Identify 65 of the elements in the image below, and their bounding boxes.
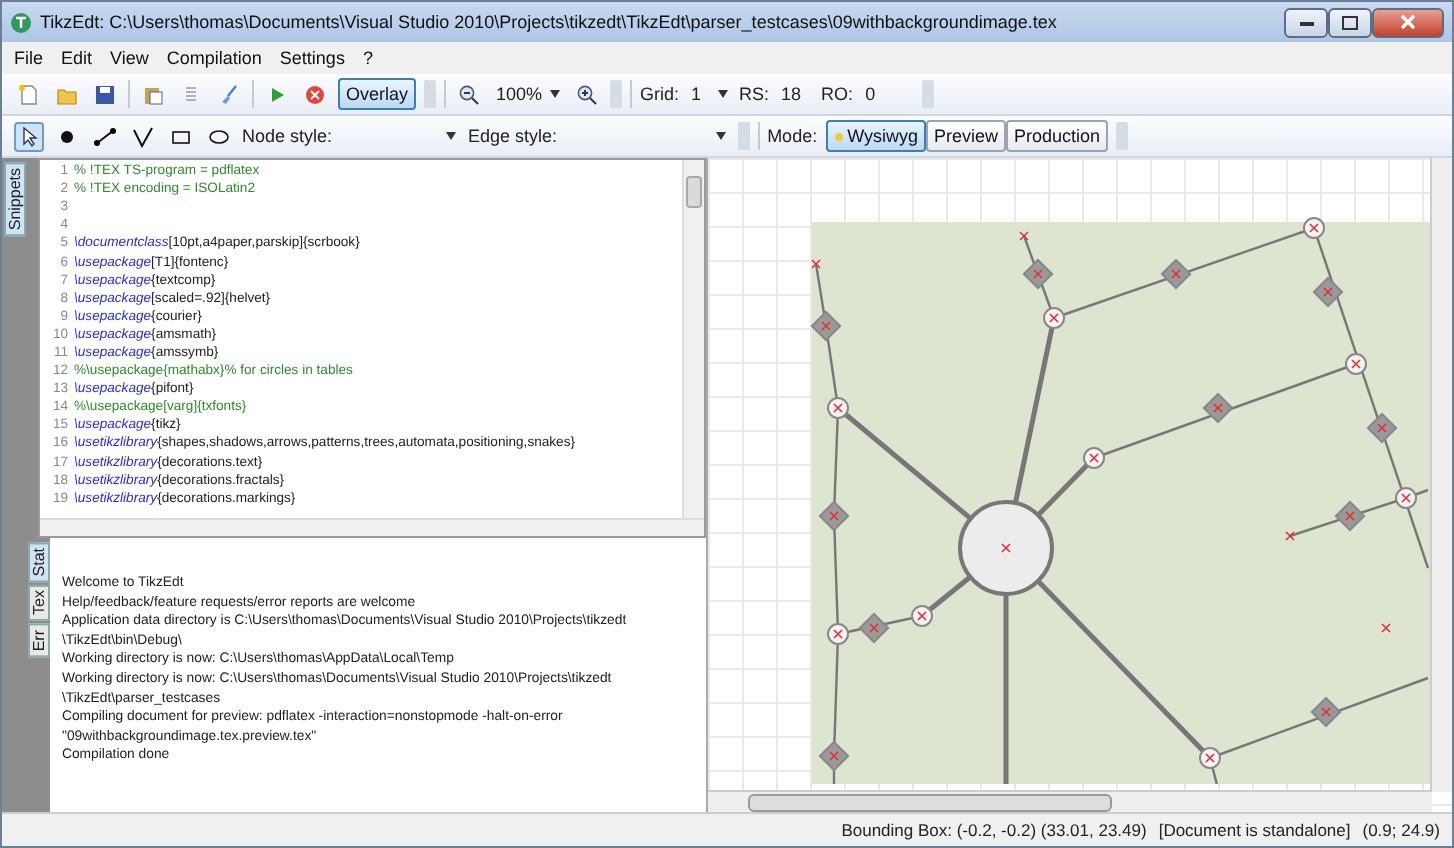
- new-file-icon: [18, 83, 40, 105]
- app-icon: [10, 11, 32, 33]
- pointer-icon: [18, 125, 40, 147]
- rs-field[interactable]: 18: [777, 80, 814, 108]
- zoom-in-icon: [576, 83, 599, 105]
- close-icon: [1400, 14, 1416, 30]
- mode-button[interactable]: Preview: [926, 120, 1007, 152]
- rs-label: RS:: [739, 84, 770, 104]
- vertical-scrollbar[interactable]: [1430, 158, 1452, 792]
- snippets-tab[interactable]: Snippets: [3, 162, 25, 237]
- minimize-button[interactable]: [1284, 7, 1328, 37]
- minimize-icon: [1299, 19, 1313, 25]
- drawing-tool-button[interactable]: [14, 121, 44, 151]
- zoom-out-icon: [458, 83, 481, 105]
- toolbar-grip[interactable]: [921, 80, 934, 108]
- ro-label: RO:: [821, 84, 854, 104]
- edge-style-label: Edge style:: [468, 126, 558, 146]
- horizontal-scrollbar[interactable]: [708, 790, 1432, 812]
- grid-label: Grid:: [640, 84, 680, 104]
- output-tab[interactable]: Err: [28, 623, 50, 657]
- toolbar-grip[interactable]: [737, 122, 750, 150]
- bounding-box-text: Bounding Box: (-0.2, -0.2) (33.01, 23.49): [841, 820, 1147, 840]
- menu-item[interactable]: Settings: [279, 48, 345, 68]
- node-style-label: Node style:: [242, 126, 333, 146]
- maximize-button[interactable]: [1328, 7, 1372, 37]
- caret-icon: [446, 132, 457, 140]
- caret-icon: [717, 90, 728, 98]
- caret-icon: [715, 132, 726, 140]
- dot-icon: [56, 125, 78, 147]
- rectangle-icon: [170, 125, 192, 147]
- toolbar-grip[interactable]: [610, 80, 623, 108]
- menu-item[interactable]: Compilation: [166, 48, 262, 68]
- mode-button[interactable]: Production: [1006, 120, 1109, 152]
- output-tab[interactable]: Stat: [28, 542, 50, 583]
- play-icon: [266, 83, 288, 105]
- horizontal-scrollbar[interactable]: [40, 518, 704, 536]
- zoom-dropdown[interactable]: 100%: [492, 80, 565, 108]
- ro-field[interactable]: 0: [861, 80, 914, 108]
- menu-item[interactable]: File: [14, 48, 44, 68]
- menu-item[interactable]: View: [110, 48, 149, 68]
- window-title: TikzEdt: C:\Users\thomas\Documents\Visual Studio 2010\Projects\tikzedt\TikzEdt\parser_testcases\09withbackgroundimage.tex: [40, 12, 1059, 32]
- overlay-button[interactable]: Overlay: [338, 78, 417, 110]
- mode-label: Mode:: [767, 126, 818, 146]
- menu-item[interactable]: ?: [362, 48, 373, 68]
- cursor-position: (0.9; 24.9): [1362, 820, 1440, 840]
- edge-icon: [94, 125, 116, 147]
- stop-icon: [304, 83, 326, 105]
- grid-dropdown[interactable]: 1: [687, 80, 732, 108]
- maximize-icon: [1342, 15, 1358, 29]
- document-status: [Document is standalone]: [1158, 820, 1351, 840]
- code-editor[interactable]: [38, 158, 706, 538]
- toolbar-grip[interactable]: [424, 80, 437, 108]
- caret-icon: [550, 90, 561, 98]
- brush-icon: [218, 83, 240, 105]
- close-button[interactable]: [1372, 7, 1444, 37]
- output-tab[interactable]: Tex: [28, 584, 50, 622]
- folder-icon: [56, 83, 78, 105]
- clipboard-icon: [142, 83, 164, 105]
- vertical-scrollbar[interactable]: [682, 160, 704, 518]
- toolbar-grip[interactable]: [1116, 122, 1129, 150]
- ellipse-icon: [208, 125, 230, 147]
- document-lines-icon: [180, 83, 202, 105]
- menu-item[interactable]: Edit: [61, 48, 93, 68]
- path-icon: [132, 125, 154, 147]
- mode-button[interactable]: Wysiwyg: [825, 120, 926, 152]
